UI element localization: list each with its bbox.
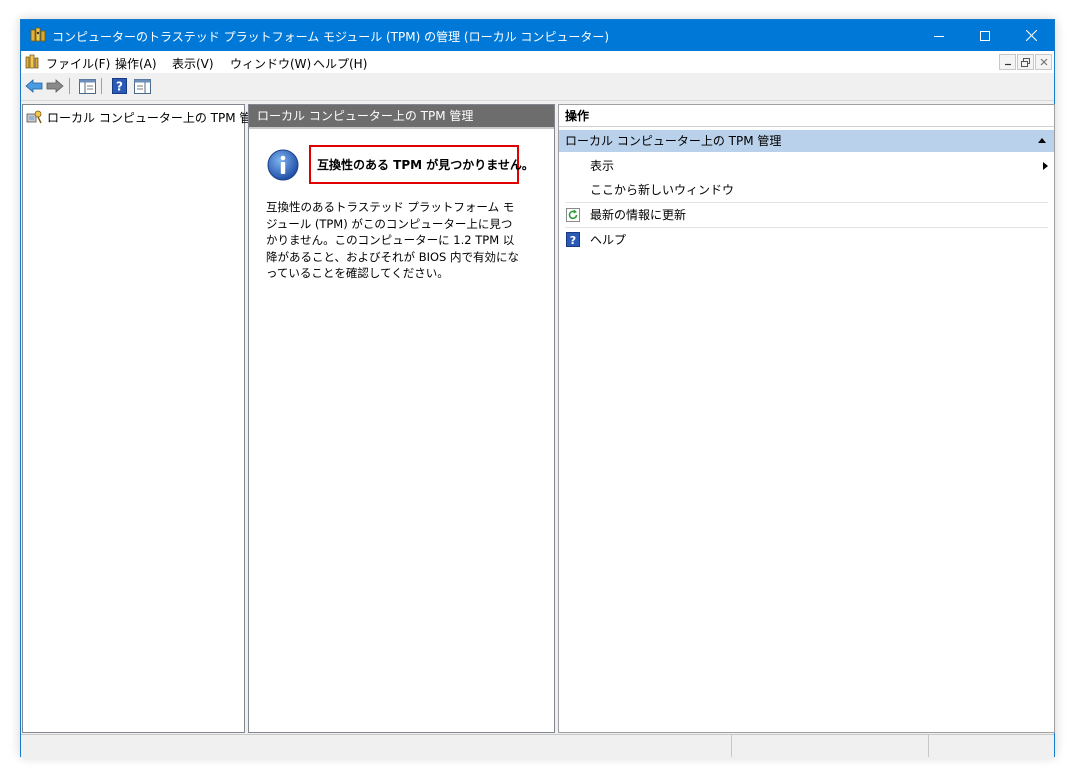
toolbar: ?: [21, 73, 1054, 101]
action-help-label: ヘルプ: [590, 233, 627, 247]
actions-pane: 操作 ローカル コンピューター上の TPM 管理 表示 ここから新しいウィンドウ…: [558, 104, 1055, 733]
status-segment: [928, 735, 1055, 757]
show-hide-tree-icon: [78, 78, 96, 94]
maximize-icon: [980, 30, 990, 41]
no-tpm-message-title: 互換性のある TPM が見つかりません。: [309, 145, 534, 184]
close-icon: [1040, 58, 1047, 66]
mdi-minimize-button[interactable]: [999, 54, 1016, 70]
minimize-icon: [934, 35, 944, 37]
back-button[interactable]: [25, 77, 43, 95]
close-icon: [1025, 30, 1037, 41]
svg-text:?: ?: [116, 80, 123, 94]
refresh-icon: [566, 208, 580, 222]
mmc-window: コンピューターのトラステッド プラットフォーム モジュール (TPM) の管理 …: [20, 19, 1055, 758]
close-button[interactable]: [1008, 20, 1054, 51]
actions-section-label: ローカル コンピューター上の TPM 管理: [565, 134, 782, 148]
action-view[interactable]: 表示: [559, 155, 1054, 177]
tree-item-label: ローカル コンピューター上の TPM 管理: [47, 110, 264, 125]
submenu-arrow-icon: [1043, 162, 1048, 170]
actions-divider: [565, 227, 1048, 228]
forward-button[interactable]: [46, 77, 64, 95]
actions-divider: [565, 202, 1048, 203]
action-new-window[interactable]: ここから新しいウィンドウ: [559, 179, 1054, 201]
title-bar[interactable]: コンピューターのトラステッド プラットフォーム モジュール (TPM) の管理 …: [21, 20, 1054, 51]
back-arrow-icon: [25, 79, 43, 93]
action-refresh[interactable]: 最新の情報に更新: [559, 204, 1054, 226]
help-button[interactable]: ?: [110, 77, 128, 95]
minimize-icon: [1004, 63, 1011, 66]
toolbar-separator: [69, 78, 70, 94]
action-help[interactable]: ? ヘルプ: [559, 229, 1054, 251]
toolbar-separator: [101, 78, 102, 94]
help-icon: ?: [566, 232, 580, 247]
tree-item-tpm-management[interactable]: ローカル コンピューター上の TPM 管理: [26, 108, 263, 126]
show-hide-action-pane-button[interactable]: [133, 77, 151, 95]
menu-bar: ファイル(F) 操作(A) 表示(V) ウィンドウ(W) ヘルプ(H): [21, 51, 1054, 73]
svg-text:?: ?: [570, 234, 576, 247]
mdi-close-button[interactable]: [1035, 54, 1052, 70]
restore-icon: [1021, 57, 1030, 67]
tpm-management-icon: [26, 110, 42, 124]
show-hide-action-pane-icon: [133, 78, 151, 94]
action-view-label: 表示: [590, 159, 615, 173]
status-segment: [731, 735, 929, 757]
minimize-button[interactable]: [916, 20, 962, 51]
show-hide-tree-button[interactable]: [78, 77, 96, 95]
tpm-app-icon: [30, 27, 46, 42]
help-icon: ?: [111, 78, 127, 94]
menu-help[interactable]: ヘルプ(H): [313, 55, 367, 72]
collapse-up-icon[interactable]: [1038, 138, 1046, 143]
results-pane-header: ローカル コンピューター上の TPM 管理: [249, 105, 554, 127]
actions-pane-header: 操作: [559, 105, 1054, 127]
header-divider: [249, 127, 554, 129]
menu-window[interactable]: ウィンドウ(W): [230, 55, 311, 72]
actions-section-tpm-management[interactable]: ローカル コンピューター上の TPM 管理: [559, 130, 1054, 152]
console-tree-pane: ローカル コンピューター上の TPM 管理: [22, 104, 263, 733]
menu-view[interactable]: 表示(V): [172, 55, 214, 72]
console-system-menu-icon[interactable]: [25, 54, 39, 70]
menu-file[interactable]: ファイル(F): [46, 55, 110, 72]
no-tpm-message-body: 互換性のあるトラステッド プラットフォーム モジュール (TPM) がこのコンピ…: [266, 200, 519, 280]
maximize-button[interactable]: [962, 20, 1008, 51]
forward-arrow-icon: [46, 79, 64, 93]
mdi-restore-button[interactable]: [1017, 54, 1034, 70]
menu-action[interactable]: 操作(A): [115, 55, 157, 72]
action-refresh-label: 最新の情報に更新: [590, 208, 687, 222]
info-icon: [267, 149, 299, 181]
status-bar: [21, 734, 1054, 758]
action-new-window-label: ここから新しいウィンドウ: [590, 183, 735, 197]
results-pane: ローカル コンピューター上の TPM 管理 互換性のある TPM が見つかりませ…: [248, 104, 555, 733]
window-title: コンピューターのトラステッド プラットフォーム モジュール (TPM) の管理 …: [52, 30, 610, 44]
